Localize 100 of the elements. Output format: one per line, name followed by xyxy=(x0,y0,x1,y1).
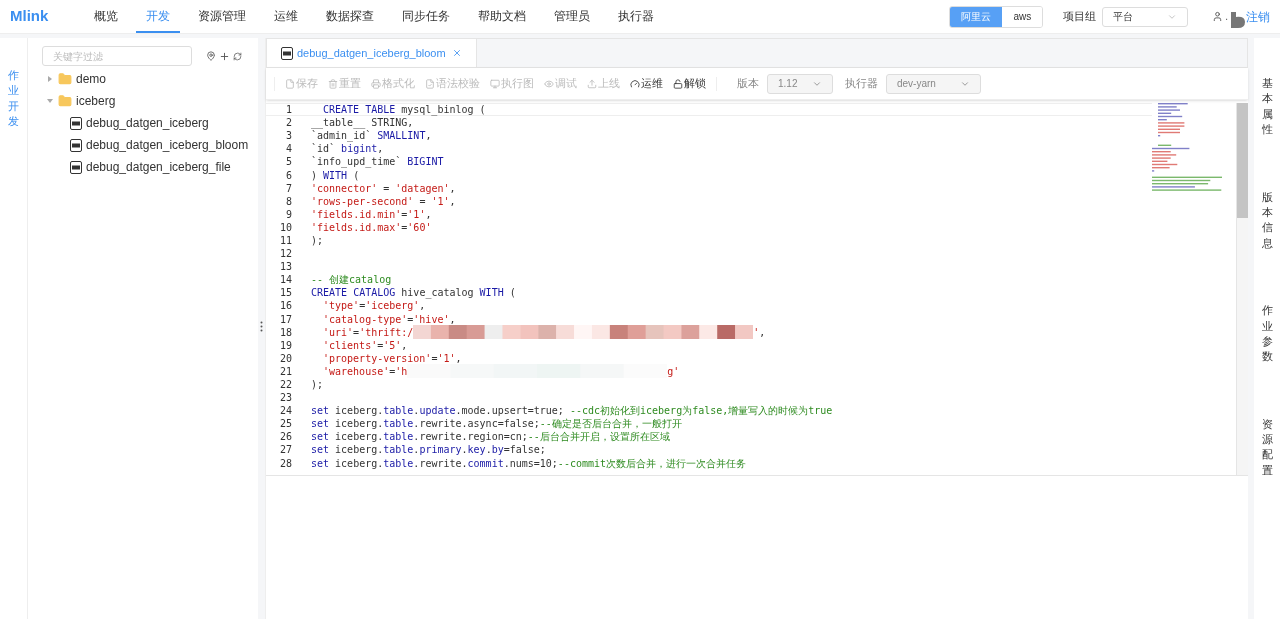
line-number: 4 xyxy=(284,142,292,157)
line-number: 10 xyxy=(278,220,292,235)
line-number: 5 xyxy=(284,155,292,170)
line-number: 26 xyxy=(278,430,292,445)
user-name: . xyxy=(1225,10,1228,24)
location-icon[interactable] xyxy=(206,51,216,61)
line-number: 23 xyxy=(278,391,292,406)
code-line: ); xyxy=(311,234,324,248)
folder-item[interactable]: demo xyxy=(42,68,258,90)
version-label: 版本 xyxy=(737,76,759,92)
code-line: 'type'='iceberg', xyxy=(322,299,426,314)
line-number: 17 xyxy=(278,312,292,327)
code-line: CREATE TABLE mysql_binlog ( xyxy=(322,103,486,118)
code-line: `info_upd_time` BIGINT xyxy=(311,155,444,170)
line-number: 22 xyxy=(278,378,292,392)
line-number: 14 xyxy=(278,273,292,288)
code-line: set iceberg.table.rewrite.region=cn;--后台合并开启，设置所在区域 xyxy=(311,430,670,445)
code-line: CREATE CATALOG hive_catalog WITH ( xyxy=(311,286,516,301)
file-item[interactable]: debug_datgen_iceberg_file xyxy=(42,156,258,178)
code-line: set iceberg.table.rewrite.commit.nums=10;--commit次数后合并，进行一次合并任务 xyxy=(311,456,747,471)
logout-link[interactable]: 注销 xyxy=(1246,7,1270,26)
project-group-select[interactable]: 平台 xyxy=(1102,6,1189,27)
add-icon[interactable] xyxy=(219,50,230,62)
nav-tab[interactable]: 运维 xyxy=(264,0,308,33)
line-number: 15 xyxy=(278,286,292,301)
caret-icon xyxy=(46,97,54,105)
upload-icon xyxy=(587,78,597,89)
line-number: 16 xyxy=(278,299,292,314)
file-item[interactable]: debug_datgen_iceberg_bloom xyxy=(42,134,258,156)
refresh-icon[interactable] xyxy=(233,51,242,61)
nav-tab[interactable]: 数据探查 xyxy=(316,0,384,33)
sql-file-icon xyxy=(70,160,82,174)
code-line: `id` bigint, xyxy=(311,142,384,156)
folder-icon xyxy=(58,72,72,86)
code-line: 'connector' = 'datagen', xyxy=(311,181,456,196)
side-tab[interactable]: 资源配置 xyxy=(1261,416,1273,479)
nav-tab[interactable]: 同步任务 xyxy=(392,0,460,33)
sql-file-icon xyxy=(70,116,82,130)
code-line: -- 创建catalog xyxy=(311,273,392,288)
code-line: 'clients'='5', xyxy=(322,338,408,353)
file-icon xyxy=(285,78,295,89)
file-check-icon xyxy=(425,78,435,89)
monitor-icon xyxy=(490,78,500,89)
line-number: 13 xyxy=(278,260,292,275)
line-number: 19 xyxy=(278,338,292,353)
code-line: ) WITH ( xyxy=(311,168,360,183)
side-tab[interactable]: 基本属性 xyxy=(1261,76,1273,138)
line-number: 11 xyxy=(278,234,292,248)
scrollbar[interactable] xyxy=(1236,103,1248,475)
line-number: 28 xyxy=(278,456,292,471)
printer-icon xyxy=(371,78,381,89)
sql-file-icon xyxy=(70,138,82,152)
code-line: 'catalog-type'='hive', xyxy=(322,312,456,327)
code-line: 'fields.id.min'='1', xyxy=(311,207,432,222)
side-tab[interactable]: 作业参数 xyxy=(1261,303,1273,365)
nav-tab[interactable]: 概览 xyxy=(84,0,128,33)
file-item[interactable]: debug_datgen_iceberg xyxy=(42,112,258,134)
splitter-handle-icon[interactable] xyxy=(260,321,263,332)
code-line: set iceberg.table.rewrite.async=false;--确定是否后台合并，一般打开 xyxy=(311,417,682,431)
line-number: 2 xyxy=(284,116,292,131)
nav-tab[interactable]: 资源管理 xyxy=(188,0,256,33)
trash-icon xyxy=(328,78,338,89)
line-number: 6 xyxy=(284,168,292,183)
nav-tab[interactable]: 帮助文档 xyxy=(468,0,536,33)
side-tab[interactable]: 版本信息 xyxy=(1261,189,1273,252)
toolbar-button[interactable]: 解锁 xyxy=(673,75,706,92)
line-number: 18 xyxy=(278,325,292,340)
line-number: 8 xyxy=(284,194,292,209)
executor-label: 执行器 xyxy=(845,76,878,92)
code-line: 'rows-per-second' = '1', xyxy=(311,194,456,209)
line-number: 21 xyxy=(278,364,292,379)
line-number: 1 xyxy=(284,103,292,118)
folder-item[interactable]: iceberg xyxy=(42,90,258,112)
code-line: __table__ STRING, xyxy=(311,116,414,130)
code-line: 'warehouse'='h g' xyxy=(322,364,680,379)
code-line: 'property-version'='1', xyxy=(322,351,462,366)
line-number: 9 xyxy=(284,207,292,222)
side-tab[interactable]: 作业开发 xyxy=(8,68,19,130)
line-number: 27 xyxy=(278,443,292,458)
close-icon[interactable] xyxy=(451,48,462,58)
nav-tab[interactable]: 执行器 xyxy=(608,0,664,33)
user-icon[interactable] xyxy=(1212,11,1224,22)
line-number: 25 xyxy=(278,417,292,432)
code-line: `admin_id` SMALLINT, xyxy=(311,129,432,143)
gauge-icon xyxy=(630,78,640,89)
line-number: 20 xyxy=(278,351,292,366)
folder-icon xyxy=(58,94,72,108)
code-line: set iceberg.table.primary.key.by=false; xyxy=(311,443,546,458)
line-number: 7 xyxy=(284,181,292,196)
nav-tab[interactable]: 管理员 xyxy=(544,0,600,33)
line-number: 12 xyxy=(278,247,292,262)
code-line: 'uri'='thrift:/ ', xyxy=(322,325,766,340)
code-line: ); xyxy=(311,378,324,392)
code-line: set iceberg.table.update.mode.upsert=true; --cdc初始化到iceberg为false,增量写入的时候为true xyxy=(311,404,833,418)
caret-icon xyxy=(46,75,54,83)
line-number: 24 xyxy=(278,404,292,419)
sql-file-icon xyxy=(281,46,293,60)
line-number: 3 xyxy=(284,129,292,144)
toolbar-button[interactable]: 运维 xyxy=(630,75,663,92)
eye-icon xyxy=(544,78,554,89)
